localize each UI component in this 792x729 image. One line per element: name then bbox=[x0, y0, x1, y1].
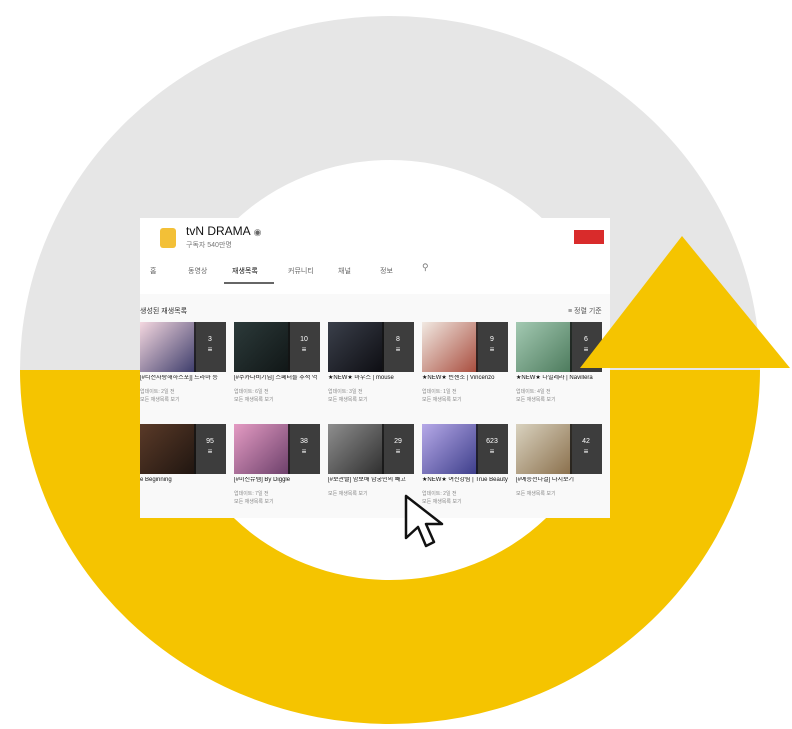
playlist-icon: ≡ bbox=[489, 345, 495, 354]
playlist-count-overlay: 623 ≡ bbox=[476, 424, 508, 474]
view-full-playlist-link[interactable]: 모든 재생목록 보기 bbox=[516, 396, 556, 403]
playlist-card[interactable]: 29 ≡ [#보관빨] 밤보배 남궁민의 빼고 모든 재생목록 보기 bbox=[328, 424, 414, 504]
thumbnail-image bbox=[234, 424, 290, 474]
active-tab-indicator bbox=[224, 282, 274, 284]
playlist-updated: 업데이트: 1일 전 bbox=[422, 389, 457, 395]
playlist-count-overlay: 8 ≡ bbox=[382, 322, 414, 372]
playlist-card[interactable]: 3 ≡ [#티전자랑해하스포]] 드라마 등 업데이트: 2일 전 모든 재생목록… bbox=[140, 322, 226, 403]
playlist-count-overlay: 38 ≡ bbox=[288, 424, 320, 474]
playlist-thumbnail[interactable]: 42 ≡ bbox=[516, 424, 602, 474]
playlist-thumbnail[interactable]: 623 ≡ bbox=[422, 424, 508, 474]
playlist-thumbnail[interactable]: 29 ≡ bbox=[328, 424, 414, 474]
thumbnail-image bbox=[140, 322, 196, 372]
playlist-count-overlay: 9 ≡ bbox=[476, 322, 508, 372]
playlist-card[interactable]: 42 ≡ [#예능선나결] 다시보기 모든 재생목록 보기 bbox=[516, 424, 602, 504]
playlist-card[interactable]: 9 ≡ ★NEW★ 빈센조 | Vincenzo 업데이트: 1일 전 모든 재생… bbox=[422, 322, 508, 403]
playlist-updated: 업데이트: 6일 전 bbox=[234, 389, 269, 395]
view-full-playlist-link[interactable]: 모든 재생목록 보기 bbox=[328, 396, 368, 403]
thumbnail-image bbox=[140, 424, 196, 474]
subscriber-count: 구독자 540만명 bbox=[186, 242, 232, 249]
playlist-icon: ≡ bbox=[207, 447, 213, 456]
channel-tabs: 홈 동영상 재생목록 커뮤니티 채널 정보 bbox=[140, 262, 610, 286]
thumbnail-image bbox=[328, 322, 384, 372]
playlist-title[interactable]: [#티전자랑해하스포]] 드라마 등 bbox=[140, 375, 230, 382]
playlist-title[interactable]: [#예능선나결] 다시보기 bbox=[516, 477, 606, 484]
playlist-updated: 업데이트: 4일 전 bbox=[516, 389, 551, 395]
playlist-title[interactable]: ★NEW★ 여신강림 | True Beauty bbox=[422, 477, 512, 484]
playlist-icon: ≡ bbox=[301, 447, 307, 456]
playlist-title[interactable]: ★NEW★ 빈센조 | Vincenzo bbox=[422, 375, 512, 382]
playlist-thumbnail[interactable]: 38 ≡ bbox=[234, 424, 320, 474]
playlist-icon: ≡ bbox=[583, 447, 589, 456]
playlist-thumbnail[interactable]: 9 ≡ bbox=[422, 322, 508, 372]
playlist-thumbnail[interactable]: 10 ≡ bbox=[234, 322, 320, 372]
playlist-card[interactable]: 6 ≡ ★NEW★ 나빌레라 | Navillera 업데이트: 4일 전 모든 … bbox=[516, 322, 602, 403]
thumbnail-image bbox=[234, 322, 290, 372]
playlist-title[interactable]: ★NEW★ 마우스 | mouse bbox=[328, 375, 418, 382]
thumbnail-image bbox=[328, 424, 384, 474]
youtube-channel-page: tvN DRAMA ◉ 구독자 540만명 홈 동영상 재생목록 커뮤니티 채널 … bbox=[140, 218, 610, 518]
tab-home[interactable]: 홈 bbox=[150, 266, 156, 276]
playlist-icon: ≡ bbox=[395, 447, 401, 456]
thumbnail-image bbox=[516, 322, 572, 372]
playlist-card[interactable]: 38 ≡ [#미신뮤템] By Diggle 업데이트: 7일 전 모든 재생목록… bbox=[234, 424, 320, 505]
thumbnail-image bbox=[422, 424, 478, 474]
playlist-icon: ≡ bbox=[583, 345, 589, 354]
view-full-playlist-link[interactable]: 모든 재생목록 보기 bbox=[422, 396, 462, 403]
playlist-card[interactable]: 95 ≡ e Beginning bbox=[140, 424, 226, 504]
tab-channels[interactable]: 채널 bbox=[338, 266, 351, 276]
channel-header: tvN DRAMA ◉ 구독자 540만명 홈 동영상 재생목록 커뮤니티 채널 … bbox=[140, 218, 610, 294]
playlist-thumbnail[interactable]: 8 ≡ bbox=[328, 322, 414, 372]
search-icon[interactable]: ⚲ bbox=[422, 262, 429, 273]
playlist-title[interactable]: [#미신뮤템] By Diggle bbox=[234, 477, 324, 484]
playlist-updated: 업데이트: 2일 전 bbox=[140, 389, 175, 395]
playlist-card[interactable]: 10 ≡ [#주카다비기님] 스페터를 추적 역 업데이트: 6일 전 모든 재생… bbox=[234, 322, 320, 403]
playlist-title[interactable]: [#보관빨] 밤보배 남궁민의 빼고 bbox=[328, 477, 418, 484]
playlist-count-overlay: 95 ≡ bbox=[194, 424, 226, 474]
playlist-updated: 업데이트: 3일 전 bbox=[328, 389, 363, 395]
playlist-thumbnail[interactable]: 95 ≡ bbox=[140, 424, 226, 474]
playlist-count-overlay: 42 ≡ bbox=[570, 424, 602, 474]
channel-avatar[interactable] bbox=[160, 228, 176, 248]
section-title: 생성된 재생목록 bbox=[140, 308, 188, 315]
playlist-thumbnail[interactable]: 3 ≡ bbox=[140, 322, 226, 372]
tab-playlists[interactable]: 재생목록 bbox=[232, 266, 258, 276]
view-full-playlist-link[interactable]: 모든 재생목록 보기 bbox=[516, 490, 556, 497]
playlist-icon: ≡ bbox=[207, 345, 213, 354]
playlist-card[interactable]: 623 ≡ ★NEW★ 여신강림 | True Beauty 업데이트: 2일 전… bbox=[422, 424, 508, 505]
thumbnail-image bbox=[422, 322, 478, 372]
view-full-playlist-link[interactable]: 모든 재생목록 보기 bbox=[140, 396, 180, 403]
playlist-title[interactable]: [#주카다비기님] 스페터를 추적 역 bbox=[234, 375, 324, 382]
playlist-title[interactable]: ★NEW★ 나빌레라 | Navillera bbox=[516, 375, 606, 382]
playlist-count-overlay: 6 ≡ bbox=[570, 322, 602, 372]
tab-videos[interactable]: 동영상 bbox=[188, 266, 207, 276]
verified-icon: ◉ bbox=[253, 227, 262, 237]
mouse-pointer-icon bbox=[404, 494, 444, 548]
playlist-count-overlay: 10 ≡ bbox=[288, 322, 320, 372]
channel-title[interactable]: tvN DRAMA ◉ bbox=[186, 224, 262, 238]
playlist-updated: 업데이트: 7일 전 bbox=[234, 491, 269, 497]
youtube-subscribe-badge[interactable] bbox=[574, 230, 604, 244]
sort-button[interactable]: ≡ 정렬 기준 bbox=[568, 306, 602, 316]
playlist-count-overlay: 3 ≡ bbox=[194, 322, 226, 372]
playlist-count-overlay: 29 ≡ bbox=[382, 424, 414, 474]
tab-about[interactable]: 정보 bbox=[380, 266, 393, 276]
view-full-playlist-link[interactable]: 모든 재생목록 보기 bbox=[234, 396, 274, 403]
tab-community[interactable]: 커뮤니티 bbox=[288, 266, 314, 276]
playlist-icon: ≡ bbox=[395, 345, 401, 354]
view-full-playlist-link[interactable]: 모든 재생목록 보기 bbox=[234, 498, 274, 505]
playlist-icon: ≡ bbox=[301, 345, 307, 354]
playlist-title[interactable]: e Beginning bbox=[140, 477, 230, 484]
thumbnail-image bbox=[516, 424, 572, 474]
playlist-icon: ≡ bbox=[489, 447, 495, 456]
view-full-playlist-link[interactable]: 모든 재생목록 보기 bbox=[328, 490, 368, 497]
playlist-thumbnail[interactable]: 6 ≡ bbox=[516, 322, 602, 372]
playlist-card[interactable]: 8 ≡ ★NEW★ 마우스 | mouse 업데이트: 3일 전 모든 재생목록 … bbox=[328, 322, 414, 403]
